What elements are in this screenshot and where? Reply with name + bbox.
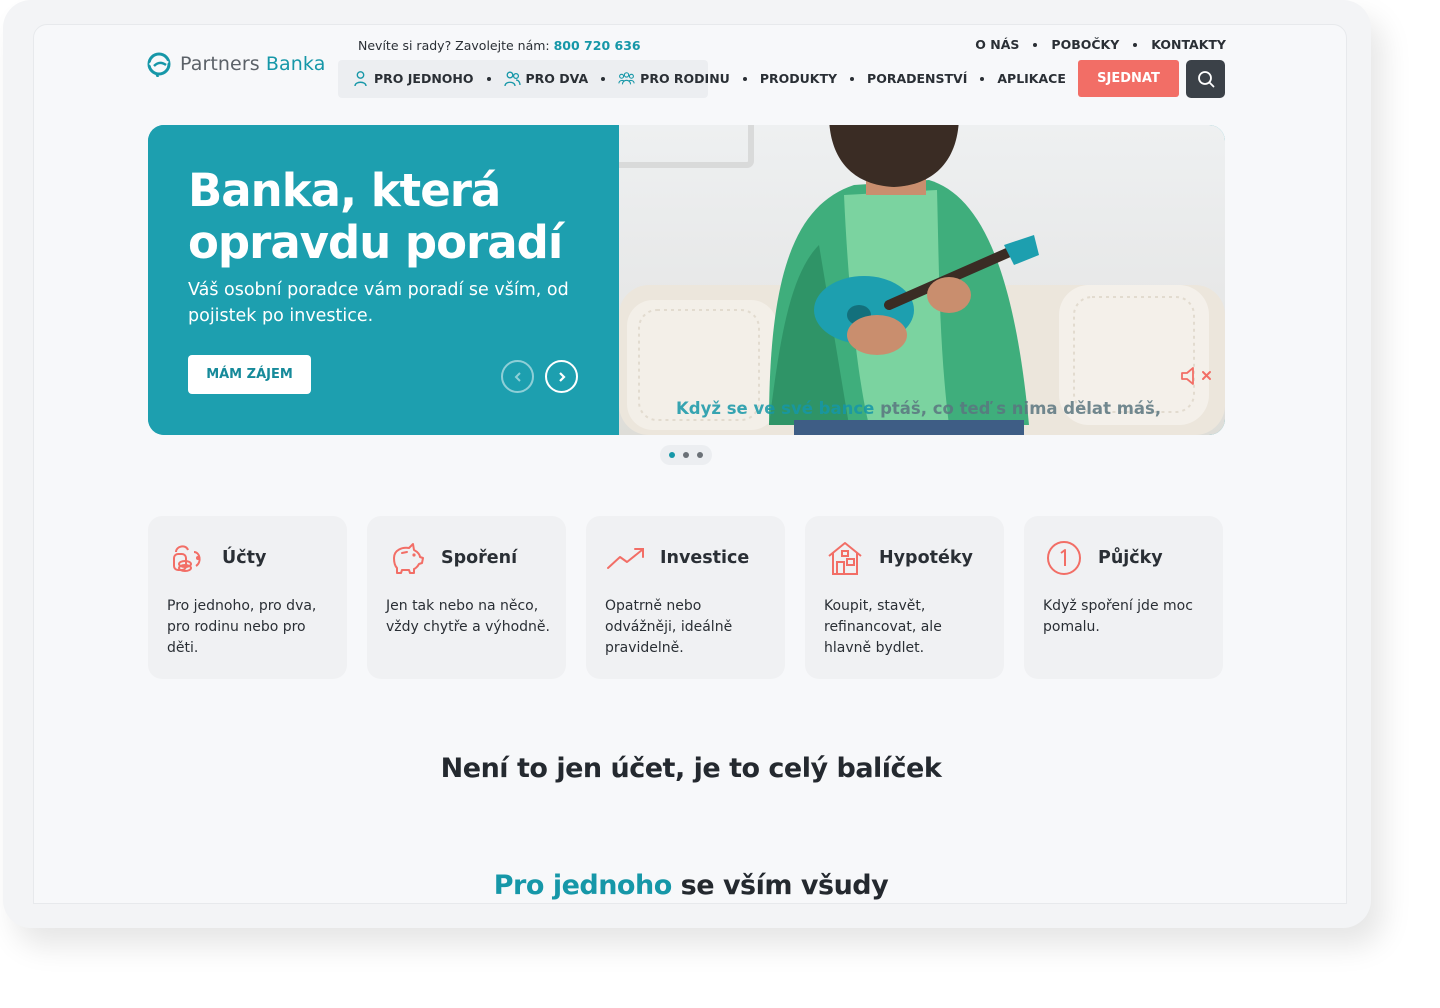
separator-dot — [742, 76, 747, 81]
house-icon — [828, 542, 862, 575]
top-link-contacts[interactable]: KONTAKTY — [1151, 37, 1226, 52]
separator-dot — [850, 76, 855, 81]
card-title: Hypotéky — [879, 548, 973, 568]
nav-aplikace[interactable]: APLIKACE — [997, 71, 1066, 86]
carousel-dot[interactable] — [669, 452, 675, 458]
loan-icon — [1047, 541, 1081, 575]
hero-title: Banka, která opravdu poradí — [188, 165, 608, 269]
card-description: Když spoření jde moc pomalu. — [1043, 598, 1193, 635]
search-icon — [1197, 71, 1214, 88]
carousel-next-button[interactable] — [545, 360, 578, 393]
hero-text-panel: Banka, která opravdu poradí Váš osobní p… — [148, 125, 619, 435]
chevron-left-icon — [514, 371, 521, 382]
page: Partners Banka Nevíte si rady? Zavolejte… — [34, 25, 1346, 903]
card-title: Účty — [222, 548, 267, 568]
card-header: Investice — [606, 538, 749, 578]
carousel-dot[interactable] — [697, 452, 703, 458]
separator-dot — [980, 76, 985, 81]
card-header: Hypotéky — [825, 538, 973, 578]
family-icon — [618, 72, 635, 85]
separator-dot — [1033, 42, 1038, 47]
card-description: Koupit, stavět, refinancovat, ale hlavně… — [824, 598, 942, 656]
separator-dot — [601, 76, 606, 81]
hero-title-line: Banka, která — [188, 164, 501, 217]
card-title: Půjčky — [1098, 548, 1163, 568]
segment-pro-dva[interactable]: PRO DVA — [503, 70, 589, 87]
interest-button[interactable]: MÁM ZÁJEM — [188, 355, 311, 394]
product-card-investice[interactable]: Investice Opatrně nebo odvážněji, ideáln… — [586, 516, 785, 679]
card-header: Půjčky — [1044, 538, 1163, 578]
card-header: Účty — [168, 538, 266, 578]
separator-dot — [1133, 42, 1138, 47]
main-nav: PRO JEDNOHO PRO DVA PRO RODINU PRODUKTY … — [352, 70, 1066, 87]
top-link-branches[interactable]: POBOČKY — [1051, 37, 1119, 52]
chevron-right-icon — [558, 371, 566, 382]
carousel-prev-button[interactable] — [501, 360, 534, 393]
card-header: Spoření — [387, 538, 517, 578]
product-card-sporeni[interactable]: Spoření Jen tak nebo na něco, vždy chytř… — [367, 516, 566, 679]
book-button[interactable]: SJEDNAT — [1078, 60, 1179, 97]
piggy-bank-icon — [393, 543, 424, 574]
subtitle-highlight: Pro jednoho — [493, 870, 673, 901]
product-cards: Účty Pro jednoho, pro dva, pro rodinu ne… — [148, 516, 1223, 679]
logo-text: Partners Banka — [180, 53, 326, 75]
device-frame: Partners Banka Nevíte si rady? Zavolejte… — [3, 0, 1371, 928]
hero-photo-illustration — [619, 125, 1225, 435]
carousel-dot[interactable] — [683, 452, 689, 458]
card-description: Opatrně nebo odvážněji, ideálně pravidel… — [605, 598, 733, 656]
help-text: Nevíte si rady? Zavolejte nám: — [358, 38, 550, 53]
separator-dot — [486, 76, 491, 81]
nav-poradenstvi[interactable]: PORADENSTVÍ — [867, 71, 967, 86]
caption-highlight: Když se ve své bance — [676, 399, 875, 418]
top-links: O NÁS POBOČKY KONTAKTY — [975, 37, 1226, 52]
product-card-hypoteky[interactable]: Hypotéky Koupit, stavět, refinancovat, a… — [805, 516, 1004, 679]
top-link-about[interactable]: O NÁS — [975, 37, 1019, 52]
product-card-ucty[interactable]: Účty Pro jednoho, pro dva, pro rodinu ne… — [148, 516, 347, 679]
segment-pro-jednoho[interactable]: PRO JEDNOHO — [352, 70, 474, 87]
caption-text: ptáš, co teď s nima dělat máš, — [874, 399, 1162, 418]
hero-title-line: opravdu poradí — [188, 216, 563, 269]
section-title: Není to jen účet, je to celý balíček — [440, 753, 942, 784]
search-button[interactable] — [1186, 60, 1225, 98]
logo[interactable]: Partners Banka — [146, 51, 325, 77]
nav-produkty[interactable]: PRODUKTY — [760, 71, 837, 86]
speaker-muted-icon — [1181, 367, 1211, 385]
browser-viewport: Partners Banka Nevíte si rady? Zavolejte… — [33, 24, 1347, 904]
card-description: Pro jednoho, pro dva, pro rodinu nebo pr… — [167, 598, 317, 656]
card-title: Spoření — [441, 548, 518, 568]
card-description: Jen tak nebo na něco, vždy chytře a výho… — [386, 598, 550, 635]
hero-subtitle: Váš osobní poradce vám poradí se vším, o… — [188, 280, 569, 326]
person-icon — [354, 71, 367, 87]
segment-pro-rodinu[interactable]: PRO RODINU — [618, 70, 730, 87]
phone-link[interactable]: 800 720 636 — [554, 38, 641, 53]
segment-label: PRO JEDNOHO — [374, 71, 474, 86]
carousel-pagination — [660, 445, 712, 465]
hero-video[interactable]: Když se ve své bance ptáš, co teď s nima… — [619, 125, 1225, 435]
section-subtitle: Pro jednoho se vším všudy — [34, 870, 1346, 901]
product-card-pujcky[interactable]: Půjčky Když spoření jde moc pomalu. — [1024, 516, 1223, 679]
mute-button[interactable] — [1179, 365, 1215, 387]
accounts-icon — [173, 545, 201, 572]
trend-up-icon — [607, 548, 644, 569]
segment-label: PRO RODINU — [640, 71, 730, 86]
subtitle-text: se vším všudy — [671, 870, 889, 901]
card-title: Investice — [660, 548, 750, 568]
two-people-icon — [503, 71, 521, 87]
logo-icon — [147, 52, 171, 77]
video-caption: Když se ve své bance ptáš, co teď s nima… — [676, 399, 1161, 418]
hero-banner: Banka, která opravdu poradí Váš osobní p… — [148, 125, 1225, 435]
segment-label: PRO DVA — [525, 71, 589, 86]
help-line: Nevíte si rady? Zavolejte nám: 800 720 6… — [358, 38, 641, 53]
